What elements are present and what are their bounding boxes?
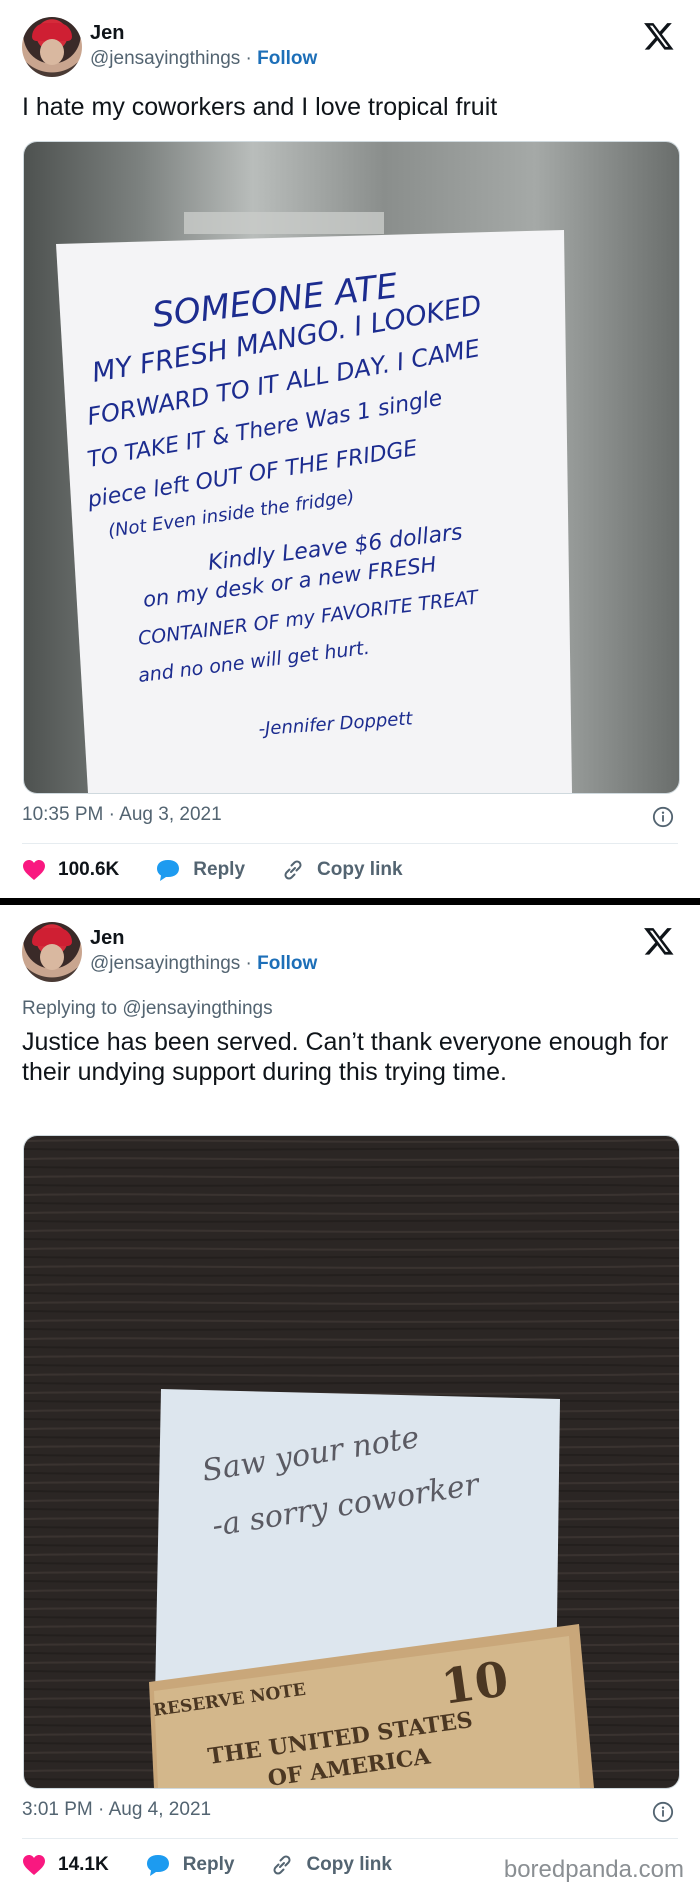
tweet-text: I hate my coworkers and I love tropical … — [22, 93, 498, 121]
copy-link-label: Copy link — [317, 859, 403, 880]
tweet-separator — [0, 898, 700, 905]
x-logo-icon[interactable] — [643, 925, 675, 957]
x-logo-icon[interactable] — [643, 20, 675, 52]
author-handle-row: @jensayingthings · Follow — [90, 953, 317, 975]
tweet-actions: 14.1K Reply Copy link — [22, 1850, 428, 1880]
tweet-card: Jen @jensayingthings · Follow I hate my … — [0, 0, 700, 898]
heart-icon — [23, 1855, 45, 1875]
reply-label: Reply — [193, 859, 246, 880]
bill-text: 10 — [438, 1651, 512, 1716]
reply-button[interactable]: Reply — [145, 1853, 235, 1877]
handle-separator: · — [245, 48, 252, 69]
reply-bubble-icon — [146, 1855, 169, 1876]
fridge-note-photo: SOMEONE ATE MY FRESH MANGO. I LOOKED FOR… — [24, 142, 679, 793]
author-name[interactable]: Jen — [90, 22, 124, 45]
tweet-text: Justice has been served. Can’t thank eve… — [22, 1028, 669, 1086]
handle-separator: · — [245, 953, 252, 974]
like-count: 100.6K — [58, 859, 120, 880]
tweet-timestamp[interactable]: 10:35 PM · Aug 3, 2021 — [22, 804, 222, 826]
reply-bubble-icon — [157, 860, 180, 881]
avatar[interactable] — [22, 17, 82, 77]
like-count: 14.1K — [58, 1854, 109, 1875]
copy-link-button[interactable]: Copy link — [270, 1853, 392, 1877]
author-handle[interactable]: @jensayingthings — [90, 953, 240, 974]
tweet-photo[interactable]: Saw your note -a sorry coworker RESERVE … — [23, 1135, 680, 1789]
watermark: boredpanda.com — [503, 1856, 684, 1883]
follow-button[interactable]: Follow — [257, 953, 317, 974]
tweet-card: Jen @jensayingthings · Follow Replying t… — [0, 905, 700, 1894]
tweet-actions: 100.6K Reply Copy link — [22, 855, 439, 885]
link-icon — [284, 860, 302, 880]
author-name[interactable]: Jen — [90, 927, 124, 950]
desk-note-photo: Saw your note -a sorry coworker RESERVE … — [24, 1136, 679, 1788]
author-handle[interactable]: @jensayingthings — [90, 48, 240, 69]
copy-link-button[interactable]: Copy link — [281, 858, 403, 882]
divider — [22, 1838, 678, 1839]
avatar[interactable] — [22, 922, 82, 982]
link-icon — [273, 1855, 291, 1875]
info-icon[interactable] — [652, 806, 674, 828]
reply-button[interactable]: Reply — [155, 858, 245, 882]
follow-button[interactable]: Follow — [257, 48, 317, 69]
replying-to[interactable]: Replying to @jensayingthings — [22, 998, 273, 1020]
info-icon[interactable] — [652, 1801, 674, 1823]
author-handle-row: @jensayingthings · Follow — [90, 48, 317, 70]
heart-icon — [23, 860, 45, 880]
tweet-photo[interactable]: SOMEONE ATE MY FRESH MANGO. I LOOKED FOR… — [23, 141, 680, 794]
reply-label: Reply — [182, 1854, 235, 1875]
tape — [184, 212, 384, 234]
like-button[interactable]: 14.1K — [22, 1854, 109, 1876]
tweet-timestamp[interactable]: 3:01 PM · Aug 4, 2021 — [22, 1799, 211, 1821]
copy-link-label: Copy link — [306, 1854, 392, 1875]
like-button[interactable]: 100.6K — [22, 859, 119, 881]
divider — [22, 843, 678, 844]
